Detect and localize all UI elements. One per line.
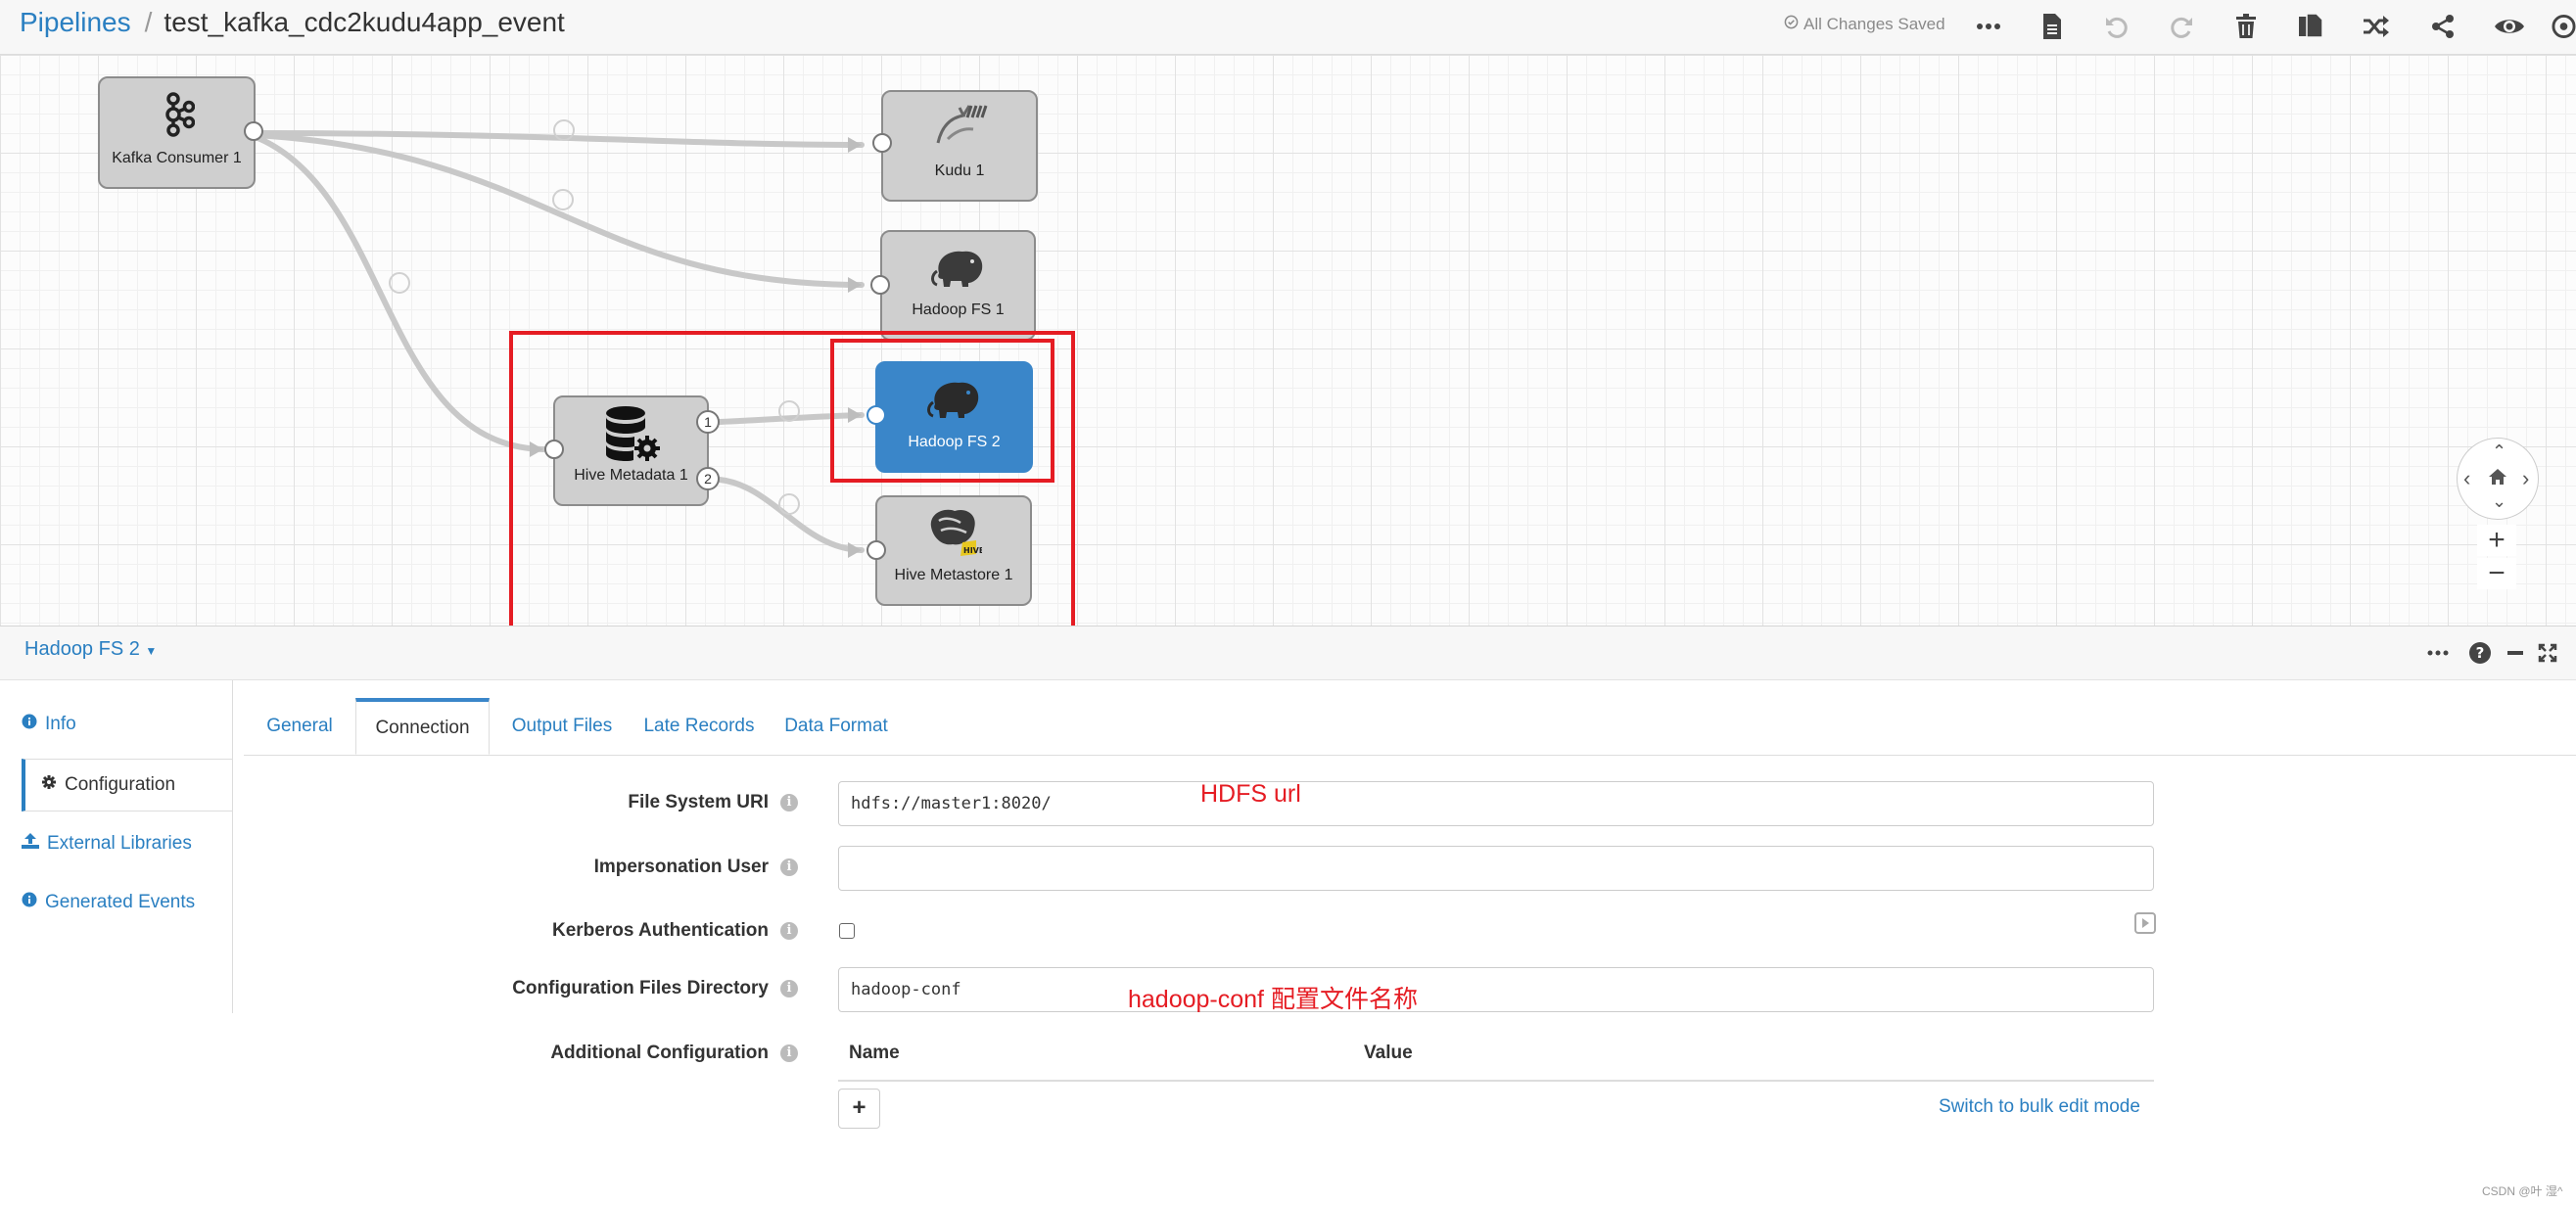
side-nav-configuration[interactable]: Configuration — [22, 759, 232, 812]
zoom-in-button[interactable]: + — [2477, 524, 2516, 556]
detail-panel-header: Hadoop FS 2 ▼ ? — [0, 626, 2576, 680]
add-config-button[interactable]: + — [838, 1089, 880, 1129]
node-label: Kudu 1 — [934, 162, 985, 179]
stage-selector[interactable]: Hadoop FS 2 ▼ — [24, 638, 157, 661]
home-icon[interactable] — [2488, 468, 2507, 490]
more-icon[interactable] — [1969, 9, 2008, 44]
edge-preview-icon — [552, 189, 574, 210]
side-nav-external-libraries[interactable]: External Libraries — [22, 817, 232, 870]
pan-control[interactable]: ⌃ ⌄ ‹ › — [2457, 438, 2539, 520]
pan-right-icon[interactable]: › — [2522, 466, 2529, 491]
annotation-conf-name: hadoop-conf 配置文件名称 — [1128, 986, 1418, 1013]
side-nav-label: Info — [45, 714, 76, 734]
node-label: Kafka Consumer 1 — [112, 150, 242, 166]
side-nav-info[interactable]: Info — [22, 698, 232, 751]
shuffle-icon[interactable] — [2357, 9, 2396, 44]
edge-preview-icon — [389, 272, 410, 294]
field-label-impersonation-user: Impersonation User — [593, 857, 769, 877]
pan-left-icon[interactable]: ‹ — [2463, 466, 2470, 491]
caret-down-icon: ▼ — [145, 644, 158, 658]
save-status-text: All Changes Saved — [1803, 15, 1945, 33]
field-label-fs-uri: File System URI — [628, 792, 769, 812]
column-header-value: Value — [1364, 1043, 1413, 1063]
watermark: CSDN @叶 湿^ — [2482, 1184, 2563, 1198]
kerberos-checkbox[interactable] — [839, 923, 855, 939]
node-hadoop-fs-1[interactable]: Hadoop FS 1 — [880, 230, 1036, 341]
side-nav-label: External Libraries — [47, 833, 192, 854]
pan-up-icon[interactable]: ⌃ — [2492, 441, 2506, 462]
kudu-icon — [883, 100, 1036, 147]
top-header: Pipelines / test_kafka_cdc2kudu4app_event … — [0, 0, 2576, 55]
tab-general[interactable]: General — [248, 698, 351, 755]
bulk-edit-link[interactable]: Switch to bulk edit mode — [1939, 1096, 2140, 1118]
stage-title: Hadoop FS 2 — [24, 638, 140, 660]
copy-icon[interactable] — [2291, 9, 2330, 44]
help-icon[interactable]: ? — [2464, 637, 2496, 669]
document-icon[interactable] — [2033, 9, 2072, 44]
highlight-box-selected-node — [830, 339, 1054, 483]
delete-icon[interactable] — [2226, 9, 2266, 44]
conf-dir-input[interactable]: hadoop-conf — [838, 967, 2154, 1012]
tab-late-records[interactable]: Late Records — [632, 698, 766, 755]
preview-icon[interactable] — [2490, 9, 2529, 44]
arrow-hdfs1 — [848, 277, 862, 293]
impersonation-user-input[interactable] — [838, 846, 2154, 891]
info-icon — [22, 714, 37, 735]
annotation-hdfs-url: HDFS url — [1200, 780, 1301, 808]
breadcrumb-separator: / — [144, 7, 153, 37]
field-label-additional-config: Additional Configuration — [550, 1043, 769, 1063]
field-label-conf-dir: Configuration Files Directory — [512, 978, 769, 998]
tab-output-files[interactable]: Output Files — [495, 698, 629, 755]
fs-uri-input[interactable]: hdfs://master1:8020/ — [838, 781, 2154, 826]
node-output-port[interactable] — [244, 121, 263, 141]
hadoop-elephant-icon — [882, 246, 1034, 289]
share-icon[interactable] — [2423, 9, 2462, 44]
kafka-icon — [100, 92, 254, 137]
zoom-out-button[interactable]: − — [2477, 557, 2516, 589]
info-icon[interactable]: i — [780, 980, 798, 997]
pan-down-icon[interactable]: ⌄ — [2492, 491, 2506, 512]
gear-icon — [41, 774, 57, 796]
field-label-kerberos: Kerberos Authentication — [552, 920, 769, 941]
pipeline-name: test_kafka_cdc2kudu4app_event — [164, 7, 565, 37]
info-icon[interactable]: i — [780, 1044, 798, 1062]
info-icon[interactable]: i — [780, 794, 798, 812]
tab-connection[interactable]: Connection — [355, 698, 490, 755]
pipeline-edges — [253, 119, 865, 558]
config-tabs: General Connection Output Files Late Rec… — [244, 698, 2576, 756]
breadcrumb: Pipelines / test_kafka_cdc2kudu4app_event — [20, 6, 565, 39]
check-circle-icon — [1784, 15, 1799, 34]
node-label: Hadoop FS 1 — [912, 302, 1005, 318]
config-side-nav: Info Configuration External Libraries Ge… — [0, 680, 233, 1013]
upload-icon — [22, 833, 39, 855]
breadcrumb-pipelines-link[interactable]: Pipelines — [20, 7, 131, 37]
side-nav-label: Generated Events — [45, 892, 196, 912]
node-kudu[interactable]: Kudu 1 — [881, 90, 1038, 202]
undo-icon[interactable] — [2097, 9, 2136, 44]
table-divider — [838, 1080, 2154, 1082]
side-nav-label: Configuration — [65, 774, 176, 795]
node-input-port[interactable] — [870, 275, 890, 295]
side-nav-generated-events[interactable]: Generated Events — [22, 876, 232, 929]
settings-icon[interactable] — [2552, 9, 2576, 44]
info-icon[interactable]: i — [780, 922, 798, 940]
svg-text:?: ? — [2476, 644, 2485, 662]
arrow-kudu — [848, 137, 862, 153]
info-icon[interactable]: i — [780, 858, 798, 876]
save-status: All Changes Saved — [1784, 15, 1945, 34]
maximize-icon[interactable] — [2532, 637, 2563, 669]
column-header-name: Name — [849, 1043, 900, 1063]
edge-kafka-hdfs1 — [253, 132, 865, 288]
tab-data-format[interactable]: Data Format — [768, 698, 905, 755]
pipeline-canvas[interactable]: Kafka Consumer 1 Kudu 1 Hadoop FS 1 Hive… — [0, 55, 2576, 626]
node-input-port[interactable] — [872, 133, 892, 153]
minimize-icon[interactable] — [2500, 637, 2531, 669]
node-kafka-consumer[interactable]: Kafka Consumer 1 — [98, 76, 256, 189]
panel-more-icon[interactable] — [2422, 637, 2454, 669]
info-icon — [22, 892, 37, 913]
expand-field-icon[interactable] — [2134, 912, 2156, 939]
redo-icon[interactable] — [2162, 9, 2201, 44]
